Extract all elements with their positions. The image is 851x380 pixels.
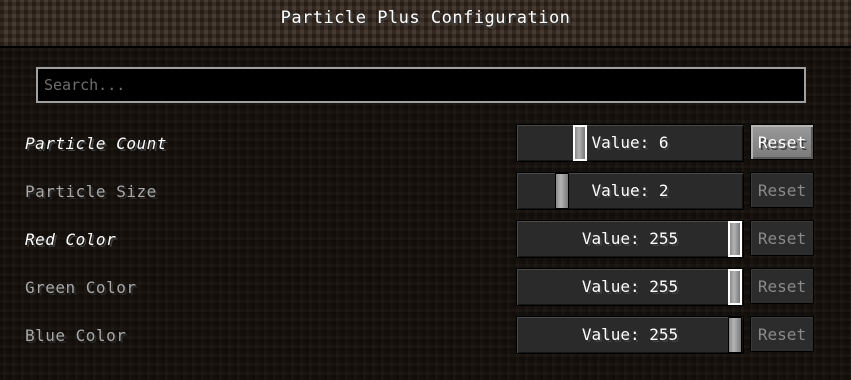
slider-value-text: Value: 255 — [581, 325, 679, 344]
value-slider[interactable]: Value: 255 — [516, 220, 744, 258]
option-row-red-color: Red Color Value: 255 Reset — [0, 220, 851, 260]
value-slider[interactable]: Value: 255 — [516, 268, 744, 306]
search-input[interactable] — [38, 69, 804, 101]
option-label: Red Color — [25, 230, 117, 249]
slider-value-text: Value: 255 — [581, 229, 679, 248]
header-bar: Particle Plus Configuration — [0, 0, 851, 46]
option-row-blue-color: Blue Color Value: 255 Reset — [0, 316, 851, 356]
option-label: Blue Color — [25, 326, 127, 345]
option-label: Green Color — [25, 278, 137, 297]
reset-button[interactable]: Reset — [750, 172, 814, 208]
value-slider[interactable]: Value: 6 — [516, 124, 744, 162]
value-slider[interactable]: Value: 255 — [516, 316, 744, 354]
option-row-green-color: Green Color Value: 255 Reset — [0, 268, 851, 308]
slider-handle[interactable] — [728, 317, 742, 353]
slider-value-text: Value: 6 — [591, 133, 669, 152]
slider-value-text: Value: 255 — [581, 277, 679, 296]
reset-button[interactable]: Reset — [750, 268, 814, 304]
option-label: Particle Count — [25, 134, 167, 153]
search-field[interactable] — [36, 67, 806, 103]
slider-value-text: Value: 2 — [591, 181, 669, 200]
option-row-particle-size: Particle Size Value: 2 Reset — [0, 172, 851, 212]
slider-handle[interactable] — [728, 221, 742, 257]
option-label: Particle Size — [25, 182, 157, 201]
screen-title: Particle Plus Configuration — [280, 8, 571, 28]
slider-handle[interactable] — [728, 269, 742, 305]
reset-button[interactable]: Reset — [750, 316, 814, 352]
option-row-particle-count: Particle Count Value: 6 Reset — [0, 124, 851, 164]
reset-button[interactable]: Reset — [750, 124, 814, 160]
reset-button[interactable]: Reset — [750, 220, 814, 256]
value-slider[interactable]: Value: 2 — [516, 172, 744, 210]
